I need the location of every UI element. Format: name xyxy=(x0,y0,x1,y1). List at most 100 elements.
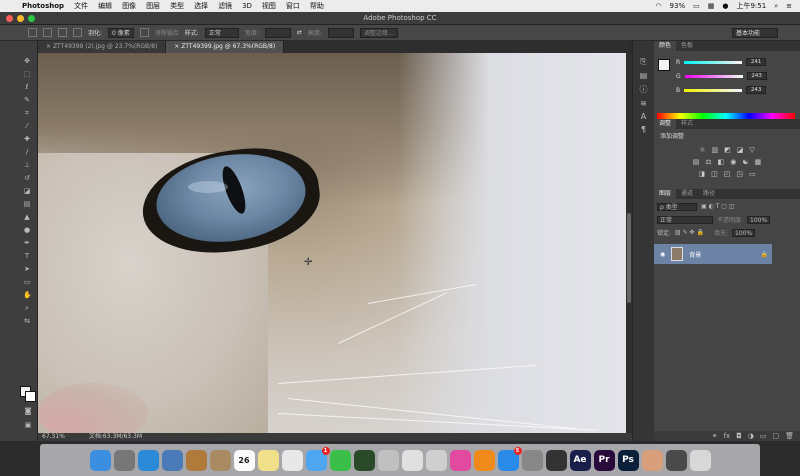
quick-mask-icon[interactable]: ◙ xyxy=(24,407,32,416)
exposure-icon[interactable]: ◪ xyxy=(737,146,744,154)
properties-panel-icon[interactable]: ▤ xyxy=(640,71,648,80)
notes-icon[interactable] xyxy=(185,449,207,471)
clock[interactable]: 上午9:51 xyxy=(736,1,766,11)
eraser-tool-icon[interactable]: ◪ xyxy=(23,187,31,196)
scrollbar-thumb[interactable] xyxy=(627,213,631,303)
channel-mixer-icon[interactable]: ☯ xyxy=(742,158,748,166)
brush-panel-icon[interactable]: ≋ xyxy=(640,99,647,108)
new-selection-icon[interactable] xyxy=(28,28,37,37)
feather-input[interactable]: 0 像素 xyxy=(108,27,134,38)
background-color-swatch[interactable] xyxy=(25,391,36,402)
pen-tool-icon[interactable]: ✒ xyxy=(23,239,31,248)
screen-mode-icon[interactable]: ▣ xyxy=(24,421,32,430)
workspace-select[interactable]: 基本功能 xyxy=(732,28,778,38)
add-selection-icon[interactable] xyxy=(43,28,52,37)
photo-booth-icon[interactable] xyxy=(353,449,375,471)
itunes-icon[interactable] xyxy=(449,449,471,471)
info-panel-icon[interactable]: ⓘ xyxy=(640,84,648,95)
fg-color-chip[interactable] xyxy=(658,59,670,71)
quick-select-tool-icon[interactable]: ✎ xyxy=(23,96,31,105)
menu-filter[interactable]: 滤镜 xyxy=(218,1,232,11)
red-slider[interactable] xyxy=(684,60,743,64)
fill-input[interactable]: 100% xyxy=(731,228,756,237)
safari-icon[interactable] xyxy=(137,449,159,471)
blur-tool-icon[interactable]: ▲ xyxy=(23,213,31,222)
antialias-checkbox[interactable] xyxy=(139,28,149,37)
style-select[interactable]: 正常 xyxy=(204,27,239,38)
blend-mode-select[interactable]: 正常 xyxy=(657,215,713,224)
battery-icon[interactable]: ▭ xyxy=(693,2,700,10)
bw-icon[interactable]: ◧ xyxy=(718,158,725,166)
swap-icon[interactable]: ⇄ xyxy=(297,29,302,36)
color-balance-icon[interactable]: ⚖ xyxy=(705,158,711,166)
levels-icon[interactable]: ▥ xyxy=(712,146,719,154)
close-window-button[interactable] xyxy=(6,15,13,22)
spotlight-icon[interactable]: ⌕ xyxy=(774,2,778,11)
tab-adjustments[interactable]: 调整 xyxy=(654,119,677,129)
image-canvas[interactable]: ✛ xyxy=(38,53,626,433)
app-store-icon[interactable]: 5 xyxy=(497,446,522,471)
tab-paths[interactable]: 路径 xyxy=(698,189,720,199)
wifi-icon[interactable]: ◠ xyxy=(655,2,661,10)
notification-center-icon[interactable]: ≡ xyxy=(786,2,792,10)
facetime-icon[interactable] xyxy=(329,449,351,471)
input-flag-icon[interactable]: ▦ xyxy=(708,2,715,10)
after-effects-icon[interactable]: Ae xyxy=(569,449,591,471)
intersect-selection-icon[interactable] xyxy=(73,28,82,37)
photoshop-icon[interactable]: Ps xyxy=(617,449,639,471)
marquee-tool-icon[interactable]: ⬚ xyxy=(23,70,31,79)
photos-icon[interactable] xyxy=(281,449,303,471)
trash-icon[interactable] xyxy=(689,449,711,471)
stamp-tool-icon[interactable]: ⊥ xyxy=(23,161,31,170)
doc-tab-2[interactable]: × ZTT49399.jpg @ 67.3%(RGB/8) xyxy=(166,41,285,53)
menu-select[interactable]: 选择 xyxy=(194,1,208,11)
new-adjustment-icon[interactable]: ◑ xyxy=(748,431,754,441)
user-icon[interactable]: ● xyxy=(722,2,728,10)
photo-filter-icon[interactable]: ◉ xyxy=(730,158,736,166)
messages-icon[interactable]: 1 xyxy=(305,446,330,471)
contacts-icon[interactable] xyxy=(209,449,231,471)
preview-icon[interactable] xyxy=(161,449,183,471)
swap-colors-icon[interactable]: ⇆ xyxy=(23,317,31,326)
launchpad-icon[interactable] xyxy=(113,449,135,471)
blue-slider[interactable] xyxy=(684,88,743,92)
visibility-eye-icon[interactable]: ◉ xyxy=(660,251,665,258)
refine-edge-button[interactable]: 调整边缘... xyxy=(359,27,398,38)
menu-app-name[interactable]: Photoshop xyxy=(22,2,64,10)
history-brush-tool-icon[interactable]: ↺ xyxy=(23,174,31,183)
posterize-icon[interactable]: ◫ xyxy=(711,170,718,178)
paragraph-panel-icon[interactable]: ¶ xyxy=(641,125,646,134)
premiere-icon[interactable]: Pr xyxy=(593,449,615,471)
red-value[interactable]: 241 xyxy=(746,58,767,66)
tab-styles[interactable]: 样式 xyxy=(676,119,698,129)
zoom-level[interactable]: 67.31% xyxy=(42,433,65,441)
filter-icons[interactable]: ▣ ◐ T ▢ ◫ xyxy=(701,203,735,210)
green-value[interactable]: 243 xyxy=(746,72,767,80)
subtract-selection-icon[interactable] xyxy=(58,28,67,37)
stickies-icon[interactable] xyxy=(257,449,279,471)
menu-window[interactable]: 窗口 xyxy=(286,1,300,11)
ibooks-icon[interactable] xyxy=(473,449,495,471)
quicktime-icon[interactable] xyxy=(545,449,567,471)
move-tool-icon[interactable]: ✥ xyxy=(23,57,31,66)
green-slider[interactable] xyxy=(684,74,743,78)
avatar-icon[interactable] xyxy=(641,449,663,471)
zoom-tool-icon[interactable]: ⌕ xyxy=(23,304,31,313)
blue-value[interactable]: 243 xyxy=(746,86,767,94)
system-preferences-icon[interactable] xyxy=(521,449,543,471)
shape-tool-icon[interactable]: ▭ xyxy=(23,278,31,287)
tab-channels[interactable]: 通道 xyxy=(676,189,698,199)
lasso-tool-icon[interactable]: ℓ xyxy=(23,83,31,92)
menu-3d[interactable]: 3D xyxy=(242,2,252,10)
menu-type[interactable]: 类型 xyxy=(170,1,184,11)
layer-style-icon[interactable]: fx xyxy=(724,431,731,441)
brightness-icon[interactable]: ☼ xyxy=(699,146,705,154)
layer-row-background[interactable]: ◉ 背景 🔒 xyxy=(654,244,772,264)
new-group-icon[interactable]: ▭ xyxy=(760,431,767,441)
calendar-icon[interactable]: 26 xyxy=(233,449,255,471)
menu-help[interactable]: 帮助 xyxy=(310,1,324,11)
menu-layer[interactable]: 图层 xyxy=(146,1,160,11)
new-layer-icon[interactable]: ▢ xyxy=(772,431,779,441)
menu-edit[interactable]: 编辑 xyxy=(98,1,112,11)
menu-view[interactable]: 视图 xyxy=(262,1,276,11)
